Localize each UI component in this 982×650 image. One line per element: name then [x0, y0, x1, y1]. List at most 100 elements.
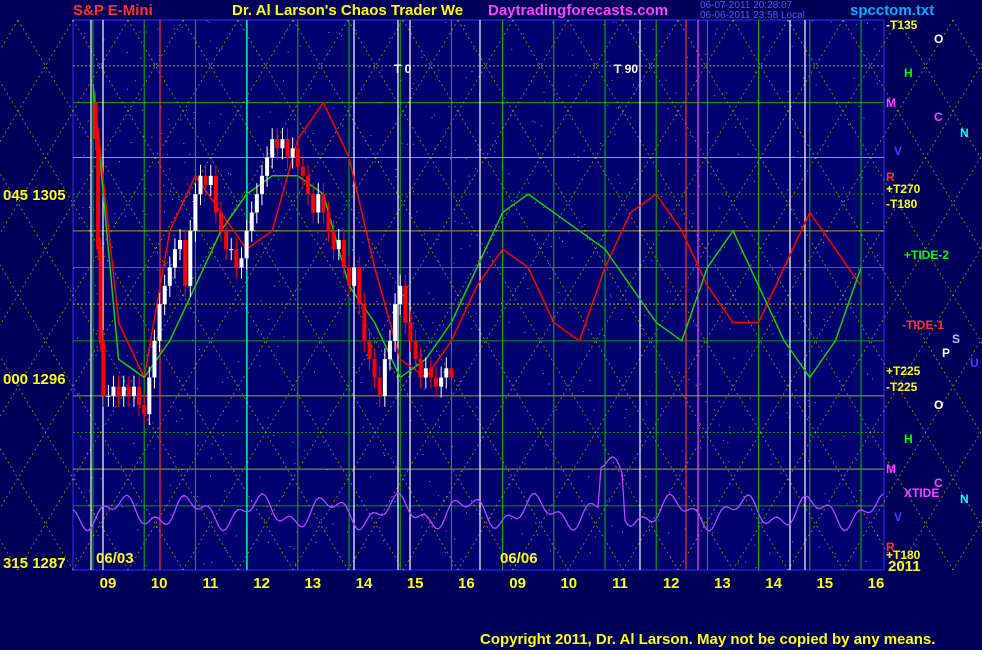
- noise-dot: [550, 550, 552, 552]
- timestamp-2: 06-06-2011 23:58 Local: [700, 10, 805, 21]
- price-candle: [244, 230, 249, 259]
- noise-dot: [694, 291, 696, 293]
- price-candle: [98, 249, 103, 341]
- hour-tick-label: 15: [816, 575, 833, 592]
- noise-dot: [454, 180, 456, 182]
- noise-dot: [157, 28, 159, 30]
- noise-dot: [173, 28, 175, 30]
- noise-dot: [79, 436, 81, 437]
- price-candle: [398, 285, 403, 305]
- noise-dot: [861, 325, 863, 327]
- noise-dot: [78, 126, 80, 128]
- noise-dot: [413, 143, 415, 145]
- noise-dot: [535, 522, 537, 524]
- price-candle: [121, 386, 126, 396]
- noise-dot: [545, 444, 547, 445]
- right-label: -TIDE-1: [902, 318, 944, 332]
- noise-dot: [444, 551, 446, 553]
- noise-dot: [700, 383, 702, 385]
- noise-dot: [290, 217, 292, 219]
- noise-dot: [222, 435, 224, 436]
- noise-dot: [714, 95, 716, 97]
- noise-dot: [228, 172, 229, 174]
- noise-dot: [750, 430, 752, 432]
- price-candle: [280, 139, 285, 149]
- noise-dot: [692, 213, 694, 214]
- hour-tick-label: 10: [560, 575, 577, 592]
- noise-dot: [695, 384, 697, 386]
- noise-dot: [375, 403, 377, 404]
- price-candle: [219, 212, 223, 231]
- noise-dot: [584, 223, 586, 225]
- noise-dot: [272, 250, 274, 252]
- noise-dot: [452, 446, 454, 448]
- noise-dot: [96, 330, 98, 332]
- hour-tick-label: 09: [100, 575, 117, 592]
- noise-dot: [74, 478, 76, 480]
- noise-dot: [277, 346, 279, 347]
- noise-dot: [384, 454, 385, 456]
- price-candle: [178, 240, 183, 250]
- noise-dot: [611, 525, 613, 527]
- noise-dot: [679, 372, 681, 374]
- noise-dot: [257, 539, 259, 541]
- noise-dot: [727, 442, 729, 444]
- noise-dot: [842, 187, 844, 188]
- noise-dot: [808, 392, 810, 394]
- noise-dot: [166, 141, 168, 143]
- planet-marker: N: [960, 126, 969, 140]
- noise-dot: [815, 212, 817, 214]
- noise-dot: [780, 472, 782, 474]
- noise-dot: [708, 132, 709, 133]
- date-label-0603: 06/03: [96, 550, 134, 567]
- noise-dot: [648, 529, 650, 531]
- noise-dot: [443, 499, 444, 501]
- noise-dot: [654, 371, 656, 373]
- noise-dot: [152, 422, 154, 424]
- hour-tick-label: 12: [663, 575, 680, 592]
- price-candle: [393, 304, 398, 341]
- noise-dot: [150, 370, 152, 372]
- noise-dot: [145, 213, 147, 215]
- noise-dot: [267, 417, 269, 419]
- noise-dot: [794, 275, 796, 277]
- noise-dot: [689, 134, 691, 136]
- noise-dot: [699, 246, 701, 247]
- noise-dot: [208, 21, 210, 23]
- noise-dot: [508, 173, 510, 175]
- noise-dot: [543, 92, 545, 93]
- noise-dot: [309, 105, 311, 107]
- noise-dot: [536, 534, 538, 536]
- noise-dot: [352, 185, 353, 187]
- noise-dot: [617, 174, 619, 176]
- noise-dot: [558, 292, 560, 293]
- site-name[interactable]: Daytradingforecasts.com: [488, 2, 668, 19]
- diagonal-line: [0, 19, 74, 143]
- noise-dot: [88, 207, 90, 208]
- noise-dot: [500, 310, 502, 311]
- noise-dot: [856, 459, 858, 461]
- noise-dot: [78, 393, 80, 395]
- noise-dot: [136, 503, 138, 505]
- noise-dot: [551, 246, 552, 247]
- noise-dot: [856, 24, 858, 26]
- noise-dot: [423, 233, 425, 235]
- noise-dot: [571, 257, 573, 259]
- noise-dot: [582, 391, 584, 392]
- noise-dot: [370, 135, 372, 137]
- noise-dot: [186, 109, 187, 111]
- noise-dot: [780, 253, 782, 255]
- noise-dot: [876, 83, 878, 85]
- noise-dot: [423, 388, 425, 390]
- noise-dot: [412, 26, 414, 28]
- noise-dot: [619, 182, 621, 184]
- noise-dot: [667, 108, 669, 110]
- diagonal-line: [952, 520, 982, 571]
- noise-dot: [625, 375, 627, 377]
- noise-dot: [874, 28, 876, 30]
- noise-dot: [629, 347, 631, 349]
- noise-dot: [100, 478, 102, 480]
- price-candle: [413, 340, 418, 360]
- noise-dot: [355, 30, 357, 32]
- noise-dot: [170, 264, 172, 266]
